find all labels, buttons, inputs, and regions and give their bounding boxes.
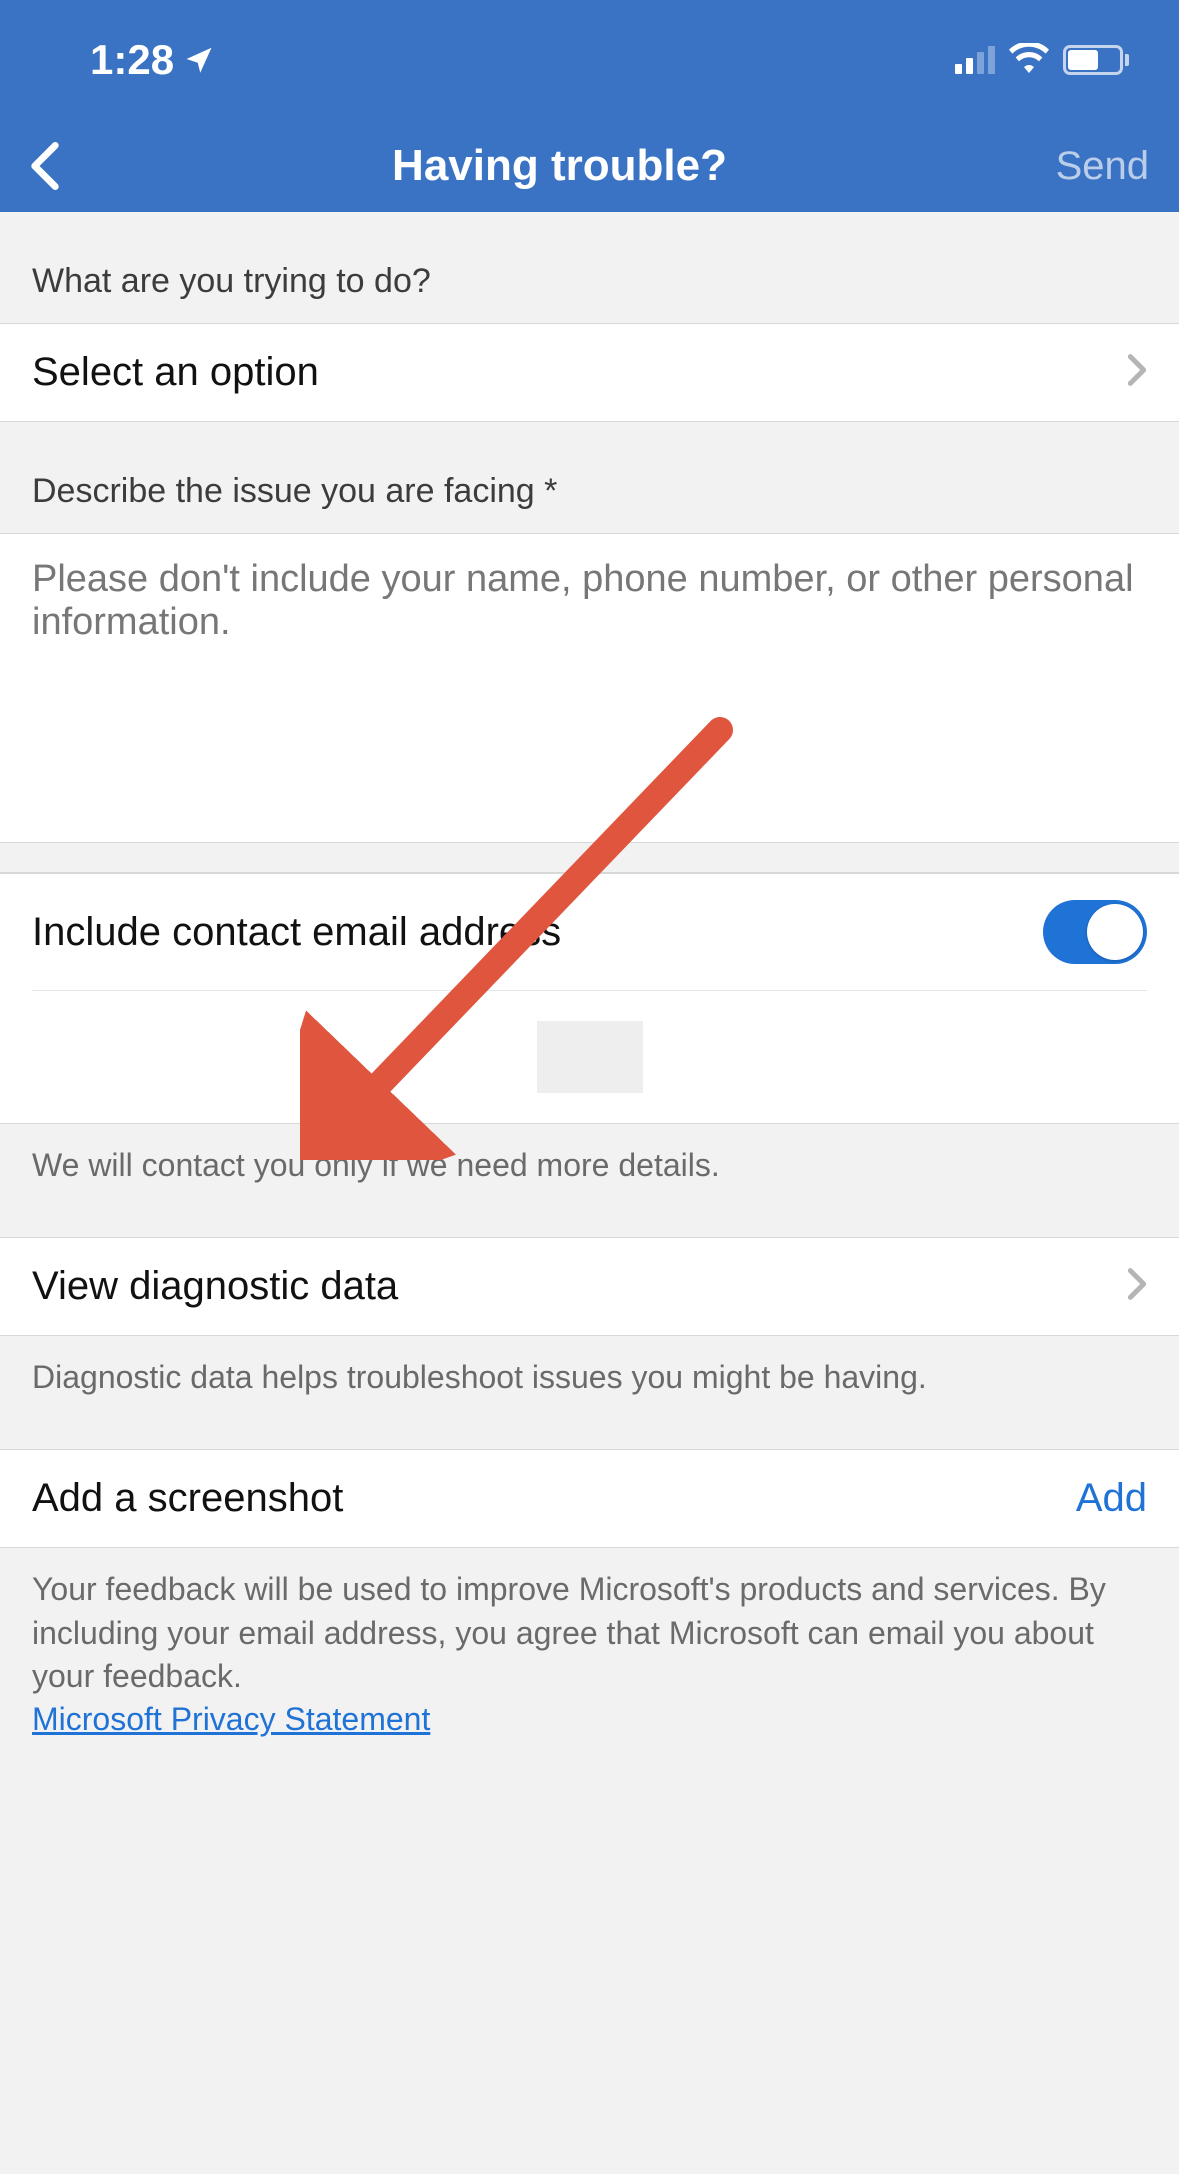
include-email-label: Include contact email address bbox=[32, 910, 561, 955]
section-header-what: What are you trying to do? bbox=[0, 212, 1179, 323]
disclaimer-body: Your feedback will be used to improve Mi… bbox=[32, 1571, 1106, 1693]
nav-bar: Having trouble? Send bbox=[0, 120, 1179, 212]
view-diagnostic-row[interactable]: View diagnostic data bbox=[0, 1237, 1179, 1336]
email-value-row[interactable] bbox=[0, 991, 1179, 1124]
email-footer-text: We will contact you only if we need more… bbox=[0, 1124, 1179, 1237]
include-email-row: Include contact email address bbox=[0, 873, 1179, 990]
privacy-link[interactable]: Microsoft Privacy Statement bbox=[32, 1701, 430, 1737]
wifi-icon bbox=[1009, 43, 1049, 78]
page-title: Having trouble? bbox=[90, 141, 1029, 191]
section-header-describe: Describe the issue you are facing * bbox=[0, 422, 1179, 533]
view-diagnostic-label: View diagnostic data bbox=[32, 1264, 398, 1309]
status-indicators bbox=[955, 43, 1129, 78]
status-bar: 1:28 bbox=[0, 0, 1179, 120]
status-time-group: 1:28 bbox=[90, 36, 214, 84]
issue-textarea[interactable] bbox=[32, 558, 1147, 818]
include-email-toggle[interactable] bbox=[1043, 900, 1147, 964]
disclaimer-text: Your feedback will be used to improve Mi… bbox=[0, 1548, 1179, 1791]
chevron-right-icon bbox=[1127, 353, 1147, 392]
location-icon bbox=[184, 36, 214, 84]
chevron-right-icon bbox=[1127, 1267, 1147, 1306]
diagnostic-footer-text: Diagnostic data helps troubleshoot issue… bbox=[0, 1336, 1179, 1449]
add-screenshot-row: Add a screenshot Add bbox=[0, 1449, 1179, 1548]
back-button[interactable] bbox=[30, 142, 90, 190]
status-time: 1:28 bbox=[90, 36, 174, 84]
select-option-label: Select an option bbox=[32, 350, 319, 395]
battery-icon bbox=[1063, 45, 1129, 75]
send-button[interactable]: Send bbox=[1029, 144, 1149, 189]
email-redacted bbox=[537, 1021, 643, 1093]
add-screenshot-button[interactable]: Add bbox=[1076, 1476, 1147, 1521]
select-option-row[interactable]: Select an option bbox=[0, 323, 1179, 422]
cell-signal-icon bbox=[955, 46, 995, 74]
issue-textarea-wrap bbox=[0, 533, 1179, 843]
add-screenshot-label: Add a screenshot bbox=[32, 1476, 343, 1521]
